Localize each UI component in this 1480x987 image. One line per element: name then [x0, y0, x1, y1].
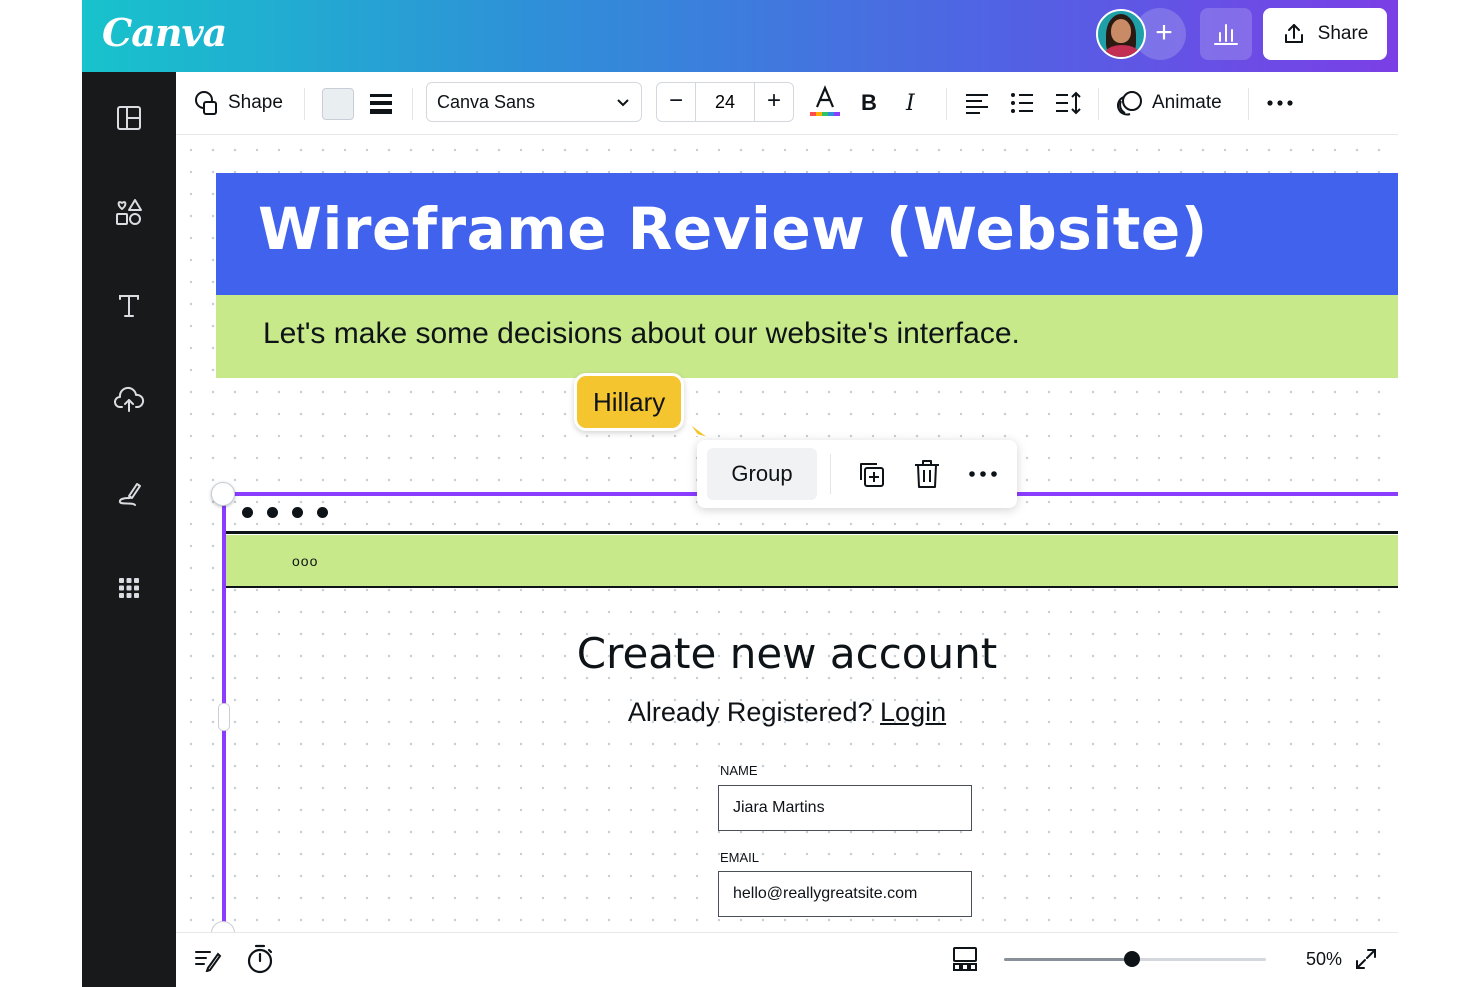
list-icon [1011, 93, 1033, 113]
font-size-value[interactable]: 24 [695, 83, 755, 121]
text-align-button[interactable] [964, 72, 990, 134]
trash-icon [915, 460, 939, 488]
element-context-menu: Group [697, 440, 1017, 508]
spacing-icon [1056, 91, 1081, 115]
fullscreen-icon [1356, 949, 1376, 969]
form-title: Create new account [576, 629, 998, 678]
duplicate-button[interactable] [851, 454, 891, 494]
pages-icon [953, 947, 977, 971]
shape-label: Shape [228, 92, 283, 113]
form-subtitle: Already Registered? Login [176, 697, 1398, 728]
templates-icon [117, 106, 141, 130]
insights-button[interactable] [1200, 8, 1252, 60]
border-style-button[interactable] [368, 72, 394, 134]
sidebar-item-elements[interactable] [105, 188, 153, 236]
notes-icon [195, 951, 222, 972]
left-sidebar [82, 72, 176, 987]
canva-editor: Canva + Share Shape Canva Sans − 24 + B … [82, 0, 1398, 987]
more-icon [1267, 100, 1293, 106]
top-bar: Canva + Share [82, 0, 1398, 72]
font-family-select[interactable]: Canva Sans [426, 82, 642, 122]
subtitle-banner[interactable]: Let's make some decisions about our webs… [216, 295, 1398, 378]
text-color-icon [810, 85, 840, 116]
wireframe-nav-bar: ooo [226, 535, 1398, 588]
more-options-button[interactable] [1266, 72, 1294, 134]
list-button[interactable] [1010, 72, 1034, 134]
email-field[interactable]: hello@reallygreatsite.com [718, 871, 972, 917]
font-size-stepper: − 24 + [656, 82, 794, 122]
more-icon [969, 471, 997, 477]
align-left-icon [966, 94, 988, 114]
bold-button[interactable]: B [861, 72, 877, 134]
border-style-icon [370, 94, 392, 114]
wireframe-divider [226, 531, 1398, 534]
zoom-slider[interactable] [1004, 951, 1266, 967]
timer-button[interactable] [246, 933, 274, 985]
delete-button[interactable] [907, 454, 947, 494]
duplicate-icon [860, 463, 884, 487]
sidebar-item-apps[interactable] [105, 564, 153, 612]
insights-icon [1214, 24, 1238, 45]
animate-button[interactable]: Animate [1116, 72, 1222, 134]
share-label: Share [1317, 23, 1369, 44]
shape-icon [195, 91, 217, 115]
share-button[interactable]: Share [1263, 8, 1387, 60]
shape-button[interactable]: Shape [194, 72, 283, 134]
spacing-button[interactable] [1054, 72, 1082, 134]
animate-label: Animate [1152, 92, 1222, 113]
fullscreen-button[interactable] [1354, 933, 1378, 985]
animate-icon [1117, 91, 1142, 116]
fill-color-swatch[interactable] [322, 88, 354, 120]
name-field-label: NAME [720, 763, 758, 778]
email-field-label: EMAIL [720, 850, 760, 865]
chevron-down-icon [617, 99, 629, 107]
sidebar-item-text[interactable] [105, 282, 153, 330]
timer-icon [247, 944, 273, 974]
font-family-value: Canva Sans [437, 91, 536, 112]
uploads-icon [114, 386, 145, 412]
zoom-level[interactable]: 50% [1270, 949, 1342, 970]
form-subtitle-text: Already Registered? [627, 697, 873, 727]
wireframe-menu-dots: ooo [292, 553, 319, 569]
context-more-button[interactable] [963, 454, 1003, 494]
italic-icon: I [906, 90, 915, 116]
login-link[interactable]: Login [880, 697, 946, 727]
sidebar-item-templates[interactable] [105, 94, 153, 142]
apps-icon [119, 578, 139, 598]
increase-font-size-button[interactable]: + [754, 83, 793, 121]
sidebar-item-uploads[interactable] [105, 376, 153, 424]
name-field[interactable]: Jiara Martins [718, 785, 972, 831]
notes-button[interactable] [194, 933, 222, 985]
pages-view-button[interactable] [952, 933, 978, 985]
design-canvas[interactable]: Wireframe Review (Website) Let's make so… [176, 135, 1398, 932]
design-subtitle[interactable]: Let's make some decisions about our webs… [263, 317, 1020, 351]
design-title[interactable]: Wireframe Review (Website) [258, 195, 1208, 263]
bold-icon: B [861, 90, 877, 115]
draw-icon [118, 483, 141, 506]
share-upload-icon [1284, 24, 1303, 43]
bottom-bar: 50% [176, 932, 1398, 987]
zoom-slider-thumb[interactable] [1124, 951, 1141, 967]
wireframe-browser-dots [242, 507, 328, 518]
title-banner[interactable]: Wireframe Review (Website) [216, 173, 1398, 295]
avatar[interactable] [1096, 9, 1146, 59]
zoom-slider-fill [1004, 958, 1133, 961]
collaborator-name-tag: Hillary [574, 373, 685, 431]
text-icon [119, 295, 139, 317]
text-color-button[interactable] [808, 72, 842, 134]
resize-handle-top-left[interactable] [211, 482, 235, 506]
canva-logo[interactable]: Canva [102, 10, 227, 55]
elements-icon [116, 199, 142, 225]
plus-icon: + [1155, 16, 1173, 49]
italic-button[interactable]: I [906, 72, 915, 134]
sidebar-item-draw[interactable] [105, 470, 153, 518]
editor-toolbar: Shape Canva Sans − 24 + B I Animate [176, 72, 1398, 135]
group-button[interactable]: Group [707, 448, 817, 500]
decrease-font-size-button[interactable]: − [657, 83, 696, 121]
